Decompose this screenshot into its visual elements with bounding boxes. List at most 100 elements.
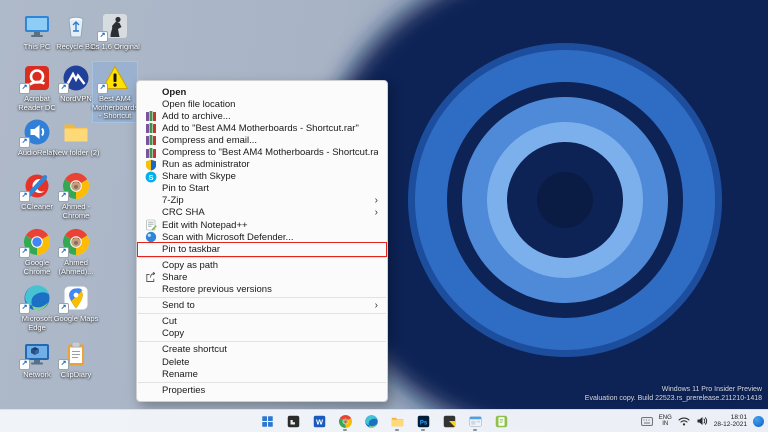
menu-icon-placeholder — [143, 316, 158, 328]
menu-item-compress-to-best-am4-motherboards-shortcut-rar-and-email[interactable]: Compress to "Best AM4 Motherboards - Sho… — [137, 146, 387, 158]
edge-icon: ↗ — [19, 283, 52, 314]
menu-item-label: Edit with Notepad++ — [162, 219, 248, 231]
audiorelay-icon: ↗ — [19, 117, 52, 148]
running-indicator-dot — [395, 429, 399, 431]
menu-icon-placeholder — [143, 344, 158, 356]
desktop-icon-best-am4-motherboards-shortcut[interactable]: ↗ Best AM4 Motherboards - Shortcut — [92, 61, 138, 123]
desktop-icon-clipdiary[interactable]: ↗ ClipDiary — [54, 338, 98, 381]
menu-item-share[interactable]: Share — [137, 271, 387, 283]
menu-item-label: Cut — [162, 316, 177, 328]
menu-item-compress-and-email[interactable]: Compress and email... — [137, 134, 387, 146]
menu-item-label: Share — [162, 271, 188, 283]
menu-item-crc-sha[interactable]: CRC SHA › — [137, 207, 387, 219]
menu-item-create-shortcut[interactable]: Create shortcut — [137, 344, 387, 356]
taskbar-chrome-profile-button[interactable] — [336, 411, 354, 431]
svg-text:S: S — [148, 173, 153, 182]
menu-item-rename[interactable]: Rename — [137, 368, 387, 380]
menu-item-label: Copy — [162, 328, 185, 340]
desktop-icon-acrobat-reader-dc[interactable]: ↗ Acrobat Reader DC — [15, 62, 59, 113]
menu-item-edit-with-notepad[interactable]: Edit with Notepad++ — [137, 219, 387, 231]
notepadpp-icon — [143, 219, 158, 231]
shortcut-arrow-badge: ↗ — [19, 303, 30, 314]
desktop-icon-microsoft-edge[interactable]: ↗ Microsoft Edge — [15, 282, 59, 333]
taskbar-notepadpp-app-button[interactable] — [492, 411, 510, 431]
touch-keyboard-icon[interactable] — [640, 416, 653, 426]
chrome-avatar-icon: ↗ — [58, 171, 91, 202]
svg-text:Ps: Ps — [419, 420, 427, 426]
menu-item-restore-previous-versions[interactable]: Restore previous versions — [137, 284, 387, 296]
desktop-icon-cs-1-6-original[interactable]: ↗ Cs 1.6 Original — [90, 10, 140, 53]
menu-item-label: CRC SHA — [162, 207, 205, 219]
menu-item-delete[interactable]: Delete — [137, 356, 387, 368]
menu-item-label: Open — [162, 86, 187, 98]
desktop-icon-label: Cs 1.6 Original — [90, 42, 140, 51]
menu-item-label: Create shortcut — [162, 344, 227, 356]
menu-item-pin-to-start[interactable]: Pin to Start — [137, 183, 387, 195]
menu-item-add-to-archive[interactable]: Add to archive... — [137, 110, 387, 122]
menu-separator — [138, 256, 386, 258]
menu-icon-placeholder — [143, 328, 158, 340]
menu-icon-placeholder — [143, 98, 158, 110]
menu-item-label: Add to "Best AM4 Motherboards - Shortcut… — [162, 122, 359, 134]
folder-icon — [61, 117, 91, 147]
menu-item-open-file-location[interactable]: Open file location — [137, 98, 387, 110]
menu-separator — [138, 297, 386, 299]
skype-icon: S — [143, 171, 158, 183]
shortcut-arrow-badge: ↗ — [19, 191, 30, 202]
menu-item-label: Pin to Start — [162, 183, 209, 195]
menu-separator — [138, 313, 386, 315]
nordvpn-icon: ↗ — [58, 63, 91, 94]
menu-item-label: Run as administrator — [162, 159, 250, 171]
menu-item-scan-with-microsoft-defender[interactable]: Scan with Microsoft Defender... — [137, 231, 387, 243]
menu-item-copy-as-path[interactable]: Copy as path — [137, 259, 387, 271]
shortcut-arrow-badge: ↗ — [19, 247, 30, 258]
menu-item-properties[interactable]: Properties — [137, 384, 387, 396]
clock[interactable]: 18:01 28-12-2021 — [714, 414, 747, 429]
menu-item-send-to[interactable]: Send to › — [137, 300, 387, 312]
taskbar-dark-app-button[interactable] — [284, 411, 302, 431]
taskbar-photoshop-button[interactable]: Ps — [414, 411, 432, 431]
submenu-arrow-icon: › — [374, 299, 378, 311]
menu-item-label: Add to archive... — [162, 110, 231, 122]
taskbar-edge-button[interactable] — [362, 411, 380, 431]
menu-item-share-with-skype[interactable]: S Share with Skype — [137, 171, 387, 183]
taskbar-start-button[interactable] — [258, 411, 276, 431]
menu-icon-placeholder — [143, 368, 158, 380]
desktop-icon-google-maps[interactable]: ↗ Google Maps — [54, 282, 98, 325]
wifi-icon[interactable] — [678, 416, 690, 426]
svg-text:W: W — [315, 417, 323, 426]
cs16-icon: ↗ — [97, 11, 130, 42]
volume-icon[interactable] — [696, 416, 708, 426]
menu-item-7-zip[interactable]: 7-Zip › — [137, 195, 387, 207]
menu-icon-placeholder — [143, 243, 158, 255]
language-indicator[interactable]: ENG IN — [659, 415, 672, 428]
menu-item-run-as-administrator[interactable]: Run as administrator — [137, 159, 387, 171]
desktop-icon-ahmed-ahmed[interactable]: ↗ Ahmed (Ahmed)... — [54, 226, 98, 277]
menu-item-label: Properties — [162, 384, 206, 396]
menu-icon-placeholder — [143, 183, 158, 195]
menu-item-label: Rename — [162, 368, 198, 380]
shortcut-arrow-badge: ↗ — [19, 83, 30, 94]
menu-separator — [138, 341, 386, 343]
taskbar-file-explorer-button[interactable] — [388, 411, 406, 431]
menu-item-open[interactable]: Open — [137, 86, 387, 98]
menu-item-cut[interactable]: Cut — [137, 316, 387, 328]
clock-date: 28-12-2021 — [713, 421, 747, 428]
taskbar-potplayer-button[interactable] — [440, 411, 458, 431]
taskbar-window-app-button[interactable] — [466, 411, 484, 431]
taskbar-word-button[interactable]: W — [310, 411, 328, 431]
menu-icon-placeholder — [143, 300, 158, 312]
shortcut-arrow-badge: ↗ — [97, 83, 108, 94]
desktop: This PC Recycle Bin ↗ Cs 1.6 Original ↗ Acrob… — [0, 0, 768, 432]
shortcut-arrow-badge: ↗ — [58, 303, 69, 314]
menu-item-pin-to-taskbar[interactable]: Pin to taskbar — [137, 241, 387, 257]
shortcut-arrow-badge: ↗ — [58, 191, 69, 202]
notification-icon[interactable] — [753, 415, 764, 427]
menu-item-copy[interactable]: Copy — [137, 328, 387, 340]
menu-item-add-to-best-am4-motherboards-shortcut-rar[interactable]: Add to "Best AM4 Motherboards - Shortcut… — [137, 122, 387, 134]
menu-item-label: Copy as path — [162, 259, 218, 271]
menu-item-label: Open file location — [162, 98, 236, 110]
taskbar: W Ps ENG IN 18:01 28-12-2021 — [0, 409, 768, 432]
desktop-icon-ahmed-chrome[interactable]: ↗ Ahmed - Chrome — [54, 170, 98, 221]
desktop-icon-new-folder-2[interactable]: New folder (2) — [52, 116, 100, 159]
